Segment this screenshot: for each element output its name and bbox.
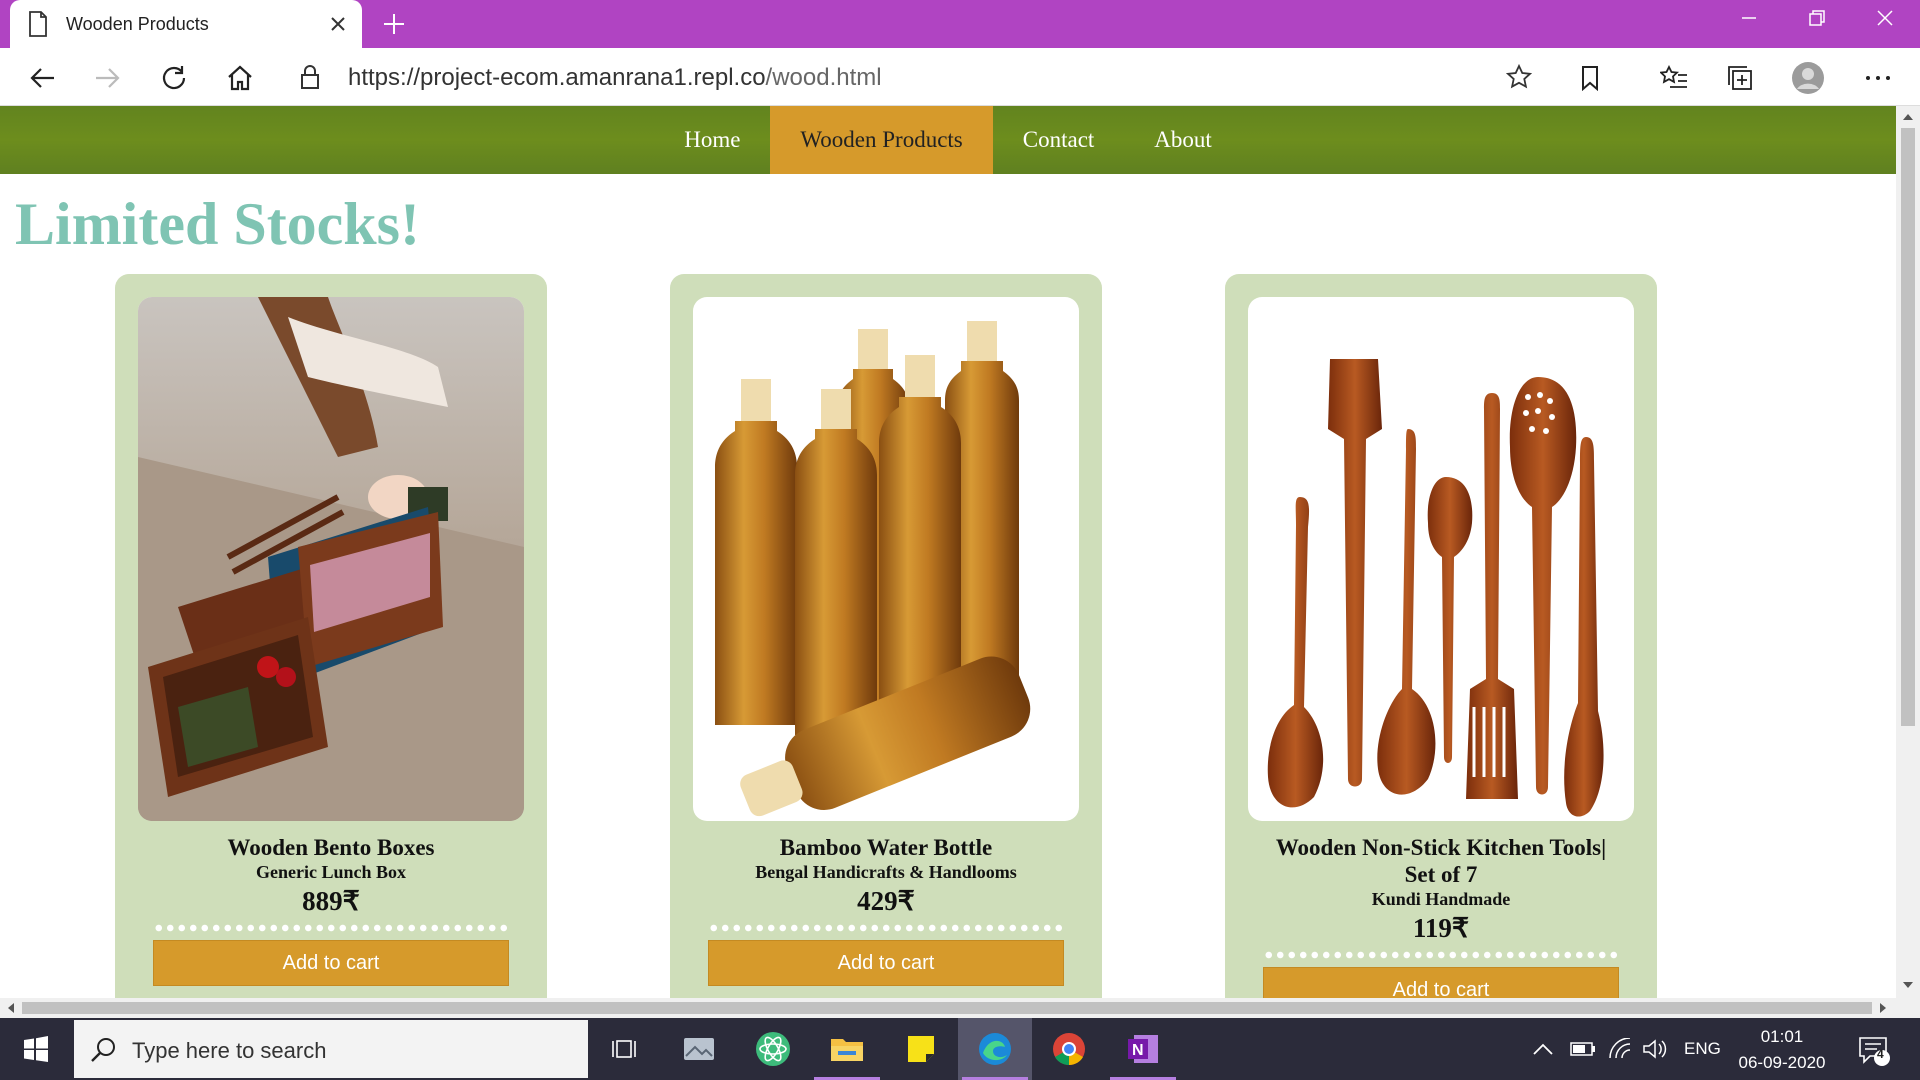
search-placeholder: Type here to search xyxy=(132,1038,327,1063)
nav-about[interactable]: About xyxy=(1124,106,1242,174)
svg-text:N: N xyxy=(1132,1042,1144,1059)
search-icon xyxy=(91,1038,115,1062)
product-card-bento: Wooden Bento Boxes Generic Lunch Box 889… xyxy=(115,274,547,998)
taskbar-search-box[interactable]: Type here to search xyxy=(74,1020,588,1078)
clock-time: 01:01 xyxy=(1760,1027,1804,1046)
add-to-cart-button[interactable]: Add to cart xyxy=(708,940,1064,986)
dotted-divider xyxy=(708,924,1064,932)
show-hidden-icons-icon[interactable] xyxy=(1532,1018,1554,1080)
url-path: /wood.html xyxy=(765,64,882,91)
new-tab-icon[interactable] xyxy=(380,10,408,38)
product-price: 889₹ xyxy=(302,886,360,916)
sticky-notes-icon[interactable] xyxy=(884,1018,958,1080)
back-icon[interactable] xyxy=(24,60,60,96)
edge-browser-icon[interactable] xyxy=(958,1018,1032,1080)
nav-wooden-products[interactable]: Wooden Products xyxy=(770,106,993,174)
product-name-line1: Wooden Non-Stick Kitchen Tools| xyxy=(1275,835,1607,860)
home-icon[interactable] xyxy=(222,60,258,96)
page-viewport: Home Wooden Products Contact About Limit… xyxy=(0,106,1896,998)
taskbar-clock[interactable]: 01:01 06-09-2020 xyxy=(1730,1024,1834,1076)
photos-app-icon[interactable] xyxy=(662,1018,736,1080)
browser-titlebar: Wooden Products xyxy=(0,0,1920,48)
restore-icon[interactable] xyxy=(1782,0,1852,36)
file-explorer-icon[interactable] xyxy=(810,1018,884,1080)
browser-tab[interactable]: Wooden Products xyxy=(10,0,362,48)
close-window-icon[interactable] xyxy=(1850,0,1920,36)
lock-icon xyxy=(301,65,319,89)
profile-avatar-icon[interactable] xyxy=(1790,60,1826,96)
nav-contact[interactable]: Contact xyxy=(993,106,1125,174)
product-image-kitchen-tools xyxy=(1248,297,1634,821)
volume-icon[interactable] xyxy=(1642,1018,1668,1080)
scroll-up-icon[interactable] xyxy=(1903,112,1913,120)
product-brand: Kundi Handmade xyxy=(1371,889,1511,909)
vertical-scroll-thumb[interactable] xyxy=(1901,128,1915,726)
notification-count: 4 xyxy=(1877,1047,1884,1061)
site-nav: Home Wooden Products Contact About xyxy=(0,106,1896,174)
product-card-bottle: Bamboo Water Bottle Bengal Handicrafts &… xyxy=(670,274,1102,998)
notifications-icon[interactable]: 4 xyxy=(1856,1018,1890,1080)
windows-start-icon[interactable] xyxy=(0,1018,72,1080)
windows-taskbar: Type here to search N ENG 01:01 06-09-20… xyxy=(0,1018,1920,1080)
vertical-scrollbar[interactable] xyxy=(1896,106,1920,998)
product-name: Wooden Bento Boxes xyxy=(227,835,435,860)
product-brand: Generic Lunch Box xyxy=(255,862,406,882)
atom-app-icon[interactable] xyxy=(736,1018,810,1080)
dotted-divider xyxy=(1263,951,1619,959)
clock-date: 06-09-2020 xyxy=(1738,1053,1826,1072)
chrome-browser-icon[interactable] xyxy=(1032,1018,1106,1080)
refresh-icon[interactable] xyxy=(156,60,192,96)
minimize-icon[interactable] xyxy=(1714,0,1784,36)
reading-list-icon[interactable] xyxy=(1572,60,1608,96)
more-menu-icon[interactable] xyxy=(1860,60,1896,96)
battery-icon[interactable] xyxy=(1570,1018,1596,1080)
collections-icon[interactable] xyxy=(1722,60,1758,96)
horizontal-scrollbar[interactable] xyxy=(0,998,1896,1018)
product-price: 119₹ xyxy=(1412,913,1470,943)
scroll-down-icon[interactable] xyxy=(1903,982,1913,990)
url-host: https://project-ecom.amanrana1.repl.co xyxy=(348,64,766,91)
horizontal-scroll-thumb[interactable] xyxy=(22,1002,1872,1014)
product-name: Bamboo Water Bottle xyxy=(779,835,993,860)
favorites-icon[interactable] xyxy=(1656,60,1692,96)
scroll-left-icon[interactable] xyxy=(6,1003,14,1013)
favorite-star-icon[interactable] xyxy=(1506,64,1532,90)
wifi-icon[interactable] xyxy=(1608,1018,1632,1080)
browser-toolbar: https://project-ecom.amanrana1.repl.co/w… xyxy=(0,48,1920,106)
url-text: https://project-ecom.amanrana1.repl.co/w… xyxy=(348,64,882,92)
close-tab-icon[interactable] xyxy=(326,12,350,36)
nav-home[interactable]: Home xyxy=(654,106,770,174)
forward-icon[interactable] xyxy=(90,60,126,96)
add-to-cart-button[interactable]: Add to cart xyxy=(153,940,509,986)
product-image-bento xyxy=(138,297,524,821)
product-image-bottle xyxy=(693,297,1079,821)
product-name-line2: Set of 7 xyxy=(1404,862,1478,887)
scrollbar-corner xyxy=(1896,998,1920,1018)
tab-title: Wooden Products xyxy=(66,14,209,34)
dotted-divider xyxy=(153,924,509,932)
input-language[interactable]: ENG xyxy=(1684,1018,1721,1080)
address-bar[interactable]: https://project-ecom.amanrana1.repl.co/w… xyxy=(282,54,1546,100)
onenote-app-icon[interactable]: N xyxy=(1106,1018,1180,1080)
product-price: 429₹ xyxy=(857,886,915,916)
product-brand: Bengal Handicrafts & Handlooms xyxy=(755,862,1017,882)
scroll-right-icon[interactable] xyxy=(1880,1003,1888,1013)
product-card-kitchen-tools: Wooden Non-Stick Kitchen Tools| Set of 7… xyxy=(1225,274,1657,998)
add-to-cart-button[interactable]: Add to cart xyxy=(1263,967,1619,998)
task-view-icon[interactable] xyxy=(588,1018,662,1080)
page-icon xyxy=(29,11,47,37)
page-headline: Limited Stocks! xyxy=(15,191,420,257)
